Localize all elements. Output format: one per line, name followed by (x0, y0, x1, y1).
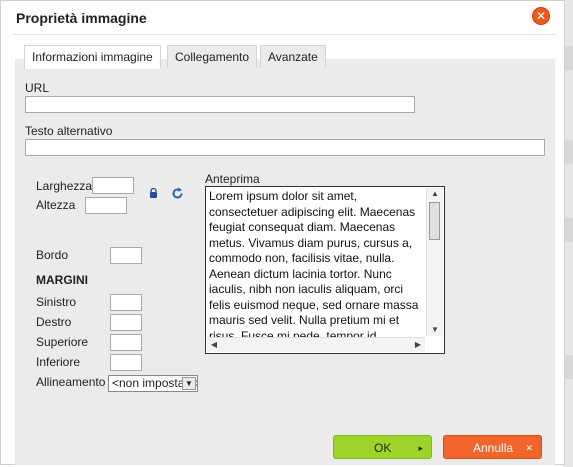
margin-right-input[interactable] (110, 314, 142, 331)
scroll-right-icon[interactable]: ▶ (411, 338, 425, 352)
title-divider (13, 34, 556, 35)
preview-label: Anteprima (205, 172, 260, 186)
height-input[interactable] (85, 197, 127, 214)
margin-bottom-label: Inferiore (36, 355, 81, 369)
scroll-left-icon[interactable]: ◀ (207, 338, 221, 352)
tab-link[interactable]: Collegamento (167, 45, 258, 68)
url-label: URL (25, 81, 50, 95)
scroll-up-icon[interactable]: ▲ (427, 188, 443, 200)
width-label: Larghezza (36, 179, 93, 193)
width-input[interactable] (92, 177, 134, 194)
margin-bottom-input[interactable] (110, 354, 142, 371)
preview-text: Lorem ipsum dolor sit amet, consectetuer… (209, 189, 419, 337)
reset-size-icon[interactable] (171, 187, 184, 200)
alignment-select[interactable]: <non impostato> ▼ (108, 375, 198, 392)
close-button[interactable]: ✕ (532, 7, 550, 25)
alt-text-input[interactable] (25, 139, 545, 156)
cancel-button-label: Annulla (473, 441, 514, 455)
alignment-label: Allineamento (36, 375, 106, 389)
tab-advanced[interactable]: Avanzate (260, 45, 326, 68)
preview-horizontal-scrollbar[interactable]: ◀ ▶ (207, 337, 425, 352)
height-label: Altezza (36, 198, 76, 212)
preview-vertical-scrollbar[interactable]: ▲ ▼ (426, 188, 443, 336)
arrow-right-icon: ▸ (418, 443, 423, 453)
tab-image-info[interactable]: Informazioni immagine (24, 45, 161, 69)
margins-heading: MARGINI (36, 273, 88, 287)
margin-right-label: Destro (36, 315, 72, 329)
lock-icon[interactable] (149, 188, 158, 198)
chevron-down-icon[interactable]: ▼ (182, 377, 196, 390)
scroll-thumb[interactable] (429, 202, 440, 240)
margin-left-label: Sinistro (36, 295, 77, 309)
margin-top-label: Superiore (36, 335, 89, 349)
url-input[interactable] (25, 96, 415, 113)
margin-top-input[interactable] (110, 334, 142, 351)
image-preview-box: Lorem ipsum dolor sit amet, consectetuer… (205, 186, 445, 354)
close-icon: ✕ (535, 9, 547, 23)
close-small-icon: ✕ (525, 443, 533, 453)
ok-button[interactable]: OK ▸ (333, 435, 432, 459)
border-label: Bordo (36, 248, 69, 262)
margin-left-input[interactable] (110, 294, 142, 311)
dialog-title: Proprietà immagine (16, 10, 147, 26)
alt-text-label: Testo alternativo (25, 124, 113, 138)
ok-button-label: OK (374, 441, 392, 455)
scroll-down-icon[interactable]: ▼ (427, 324, 443, 336)
cancel-button[interactable]: Annulla ✕ (443, 435, 542, 459)
border-input[interactable] (110, 247, 142, 264)
